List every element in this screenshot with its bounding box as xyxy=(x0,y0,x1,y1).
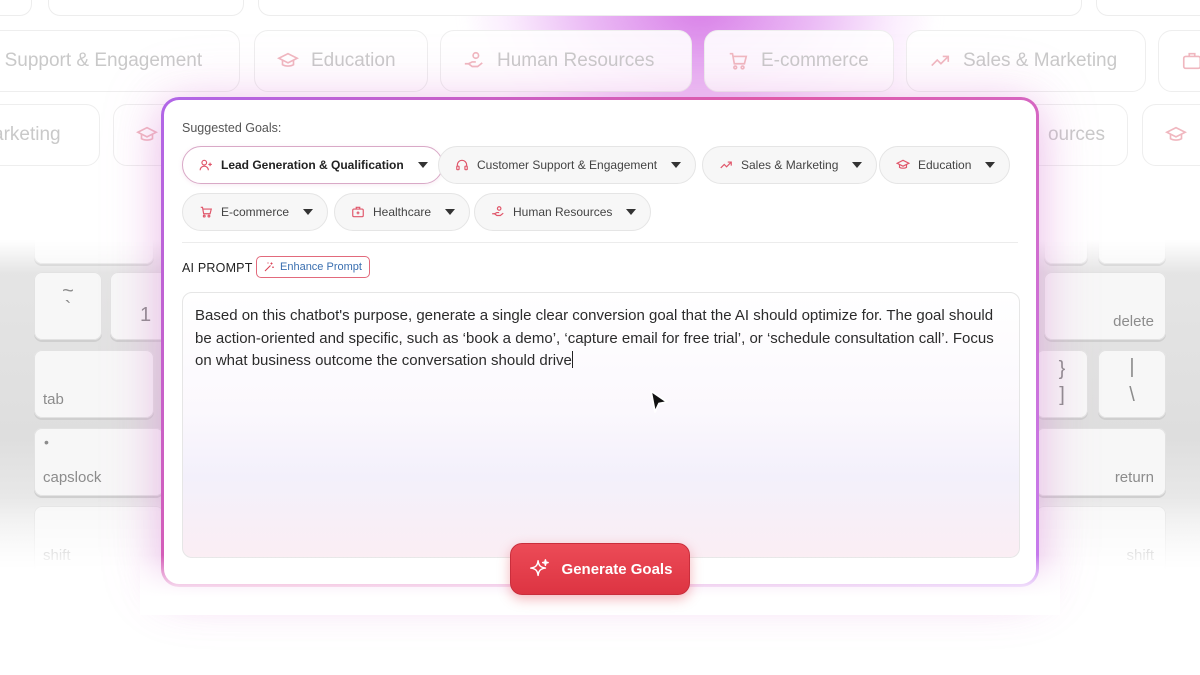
key-capslock: • capslock xyxy=(34,428,164,496)
bg-chip-hr: Human Resources xyxy=(440,30,692,92)
chevron-down-icon[interactable] xyxy=(671,162,682,168)
key-label: shift xyxy=(43,547,71,564)
key-label: } xyxy=(1058,358,1066,380)
suggested-goals-label: Suggested Goals: xyxy=(182,121,282,135)
bg-chip-marketing: arketing xyxy=(0,104,100,166)
mouse-pointer-icon xyxy=(649,389,669,420)
key xyxy=(34,220,154,264)
key-backslash: | \ xyxy=(1098,350,1166,418)
magic-wand-icon xyxy=(263,261,275,273)
goal-chip-label: Lead Generation & Qualification xyxy=(221,158,404,172)
key-label: return xyxy=(1114,469,1154,486)
bg-chip-education: Education xyxy=(254,30,428,92)
chevron-down-icon[interactable] xyxy=(445,209,456,215)
chevron-down-icon[interactable] xyxy=(417,162,428,168)
goal-chip-label: Education xyxy=(918,158,972,172)
goal-chip-education[interactable]: Education xyxy=(879,146,1011,184)
medical-kit-icon xyxy=(1182,52,1200,70)
goal-chip-customer-support[interactable]: Customer Support & Engagement xyxy=(438,146,697,184)
chevron-down-icon[interactable] xyxy=(852,162,863,168)
hand-coins-icon xyxy=(464,51,483,68)
bg-chip-label: E-commerce xyxy=(761,50,869,71)
goal-chip-ecommerce[interactable]: E-commerce xyxy=(182,193,329,231)
text-cursor xyxy=(571,351,573,369)
chevron-down-icon[interactable] xyxy=(626,209,637,215)
enhance-prompt-label: Enhance Prompt xyxy=(280,261,362,273)
capslock-indicator: • xyxy=(44,434,49,450)
section-divider xyxy=(182,242,1018,243)
cart-icon xyxy=(199,205,213,219)
goal-chip-label: Healthcare xyxy=(373,205,432,219)
bg-chip-label: ources xyxy=(1047,124,1105,145)
ai-prompt-label: AI PROMPT xyxy=(182,261,253,275)
bg-chip-partial xyxy=(1142,104,1200,166)
chevron-down-icon[interactable] xyxy=(303,209,314,215)
goal-chip-human-resources[interactable]: Human Resources xyxy=(474,193,652,231)
goal-chip-label: E-commerce xyxy=(221,205,290,219)
bg-chip-label: r Support & Engagement xyxy=(0,50,203,71)
key-bracket: } ] xyxy=(1036,350,1088,418)
key xyxy=(1098,220,1166,264)
bg-chip-label: arketing xyxy=(0,124,61,145)
cart-icon xyxy=(729,52,748,70)
goal-chip-healthcare[interactable]: Healthcare xyxy=(334,193,471,231)
key-label: delete xyxy=(1113,313,1154,330)
key-delete: delete xyxy=(1044,272,1166,340)
bg-top-card xyxy=(48,0,244,16)
hand-coins-icon xyxy=(491,205,505,219)
key-tab: tab xyxy=(34,350,154,418)
trend-up-icon xyxy=(931,55,950,67)
graduation-cap-icon xyxy=(136,126,158,141)
graduation-cap-icon xyxy=(1165,126,1187,141)
bg-chip-label: Education xyxy=(311,50,396,71)
key-label: ] xyxy=(1059,384,1065,406)
key-label: shift xyxy=(1126,547,1154,564)
chevron-down-icon[interactable] xyxy=(985,162,996,168)
bg-chip-partial xyxy=(1158,30,1200,92)
key-label: \ xyxy=(1129,384,1135,406)
goals-panel-frame: Suggested Goals: Lead Generation & Quali… xyxy=(161,97,1039,587)
trend-up-icon xyxy=(719,158,733,172)
sparkle-icon xyxy=(528,558,550,580)
medical-kit-icon xyxy=(351,205,365,219)
headset-icon xyxy=(455,158,469,172)
goal-chip-label: Sales & Marketing xyxy=(741,158,839,172)
ai-prompt-text: Based on this chatbot's purpose, generat… xyxy=(195,307,994,370)
goal-chip-sales-marketing[interactable]: Sales & Marketing xyxy=(702,146,878,184)
key-label: tab xyxy=(43,391,64,408)
goal-chip-lead-generation[interactable]: Lead Generation & Qualification xyxy=(182,146,443,184)
enhance-prompt-button[interactable]: Enhance Prompt xyxy=(256,256,370,278)
bg-chip-label: Human Resources xyxy=(497,50,655,71)
bg-chip-sales: Sales & Marketing xyxy=(906,30,1146,92)
user-plus-icon xyxy=(199,158,213,172)
key-tilde: ~ ` xyxy=(34,272,102,340)
bg-top-card xyxy=(1096,0,1200,16)
ai-prompt-textarea[interactable]: Based on this chatbot's purpose, generat… xyxy=(182,292,1020,558)
bg-chip-ecommerce: E-commerce xyxy=(704,30,894,92)
bg-top-card xyxy=(258,0,1082,16)
bg-chip-label: Sales & Marketing xyxy=(963,50,1118,71)
key xyxy=(1044,220,1088,264)
graduation-cap-icon xyxy=(896,158,910,172)
goal-chip-label: Customer Support & Engagement xyxy=(477,158,658,172)
goal-chip-label: Human Resources xyxy=(513,205,613,219)
goals-panel: Suggested Goals: Lead Generation & Quali… xyxy=(164,100,1036,584)
generate-goals-label: Generate Goals xyxy=(561,560,673,578)
bg-top-card xyxy=(0,0,32,16)
graduation-cap-icon xyxy=(277,52,299,67)
key-label: | xyxy=(1129,356,1135,378)
bg-chip-support: r Support & Engagement xyxy=(0,30,240,92)
key-label: ` xyxy=(64,298,72,320)
generate-goals-button[interactable]: Generate Goals xyxy=(510,543,690,595)
key-label: capslock xyxy=(43,469,102,486)
key-return: return xyxy=(1036,428,1166,496)
